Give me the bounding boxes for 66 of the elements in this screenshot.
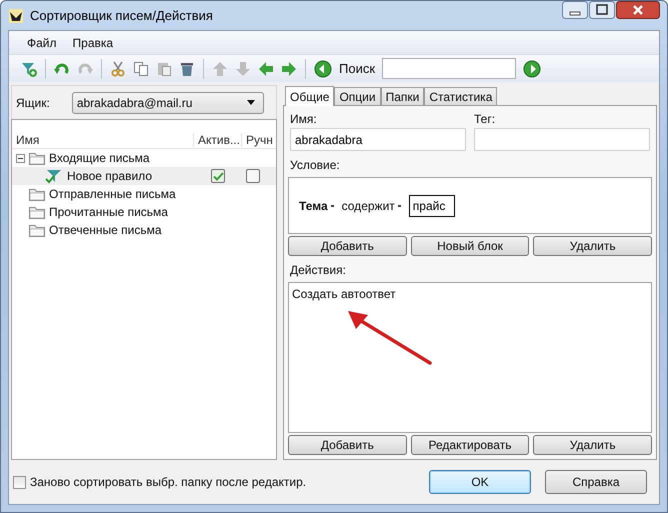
go-button[interactable]: [523, 60, 542, 78]
field-label: Имя:: [290, 112, 318, 126]
checkbox[interactable]: [211, 169, 225, 183]
button[interactable]: Редактировать: [410, 435, 530, 455]
close-button[interactable]: [616, 1, 660, 19]
value-field[interactable]: прайс: [408, 194, 455, 216]
name-field[interactable]: abrakadabra: [290, 128, 466, 151]
filter-icon[interactable]: [21, 60, 37, 76]
mailbox-dropdown[interactable]: abrakadabra@mail.ru: [72, 92, 264, 114]
column-header[interactable]: Имя: [12, 133, 194, 147]
list-item[interactable]: Создать автоответ: [292, 287, 648, 301]
tab[interactable]: Папки: [380, 87, 424, 105]
section-label: Условие:: [290, 158, 341, 172]
tab[interactable]: Общие: [285, 86, 334, 106]
folder-icon: [29, 206, 45, 218]
field-dropdown[interactable]: Тема: [299, 198, 334, 212]
search-label: Поиск: [339, 61, 376, 76]
folder-icon: [29, 152, 45, 164]
ok-button[interactable]: OK: [429, 470, 531, 494]
checkbox[interactable]: [13, 476, 26, 488]
field-label: Тег:: [474, 112, 496, 126]
scissors-icon[interactable]: [110, 60, 126, 76]
trash-icon[interactable]: [179, 60, 195, 76]
maximize-button[interactable]: [589, 1, 615, 19]
tag-field[interactable]: [474, 128, 650, 151]
help-button[interactable]: Справка: [545, 470, 647, 494]
tree-row[interactable]: Прочитанные письма: [12, 203, 276, 221]
tree-item[interactable]: Прочитанные письма: [49, 205, 168, 219]
button[interactable]: Добавить: [288, 236, 407, 256]
copy-icon[interactable]: [133, 60, 149, 76]
window-title: Сортировщик писем/Действия: [30, 8, 214, 23]
tab[interactable]: Статистика: [424, 87, 498, 105]
menu-item[interactable]: Файл: [27, 36, 57, 50]
rule-icon: [45, 168, 63, 184]
column-header[interactable]: Актив...: [194, 133, 242, 147]
search-field[interactable]: [382, 58, 516, 79]
button[interactable]: Удалить: [533, 236, 652, 256]
dropdown-arrow-icon: [247, 100, 255, 105]
tree-item[interactable]: Новое правило: [67, 169, 152, 183]
menu-item[interactable]: Правка: [72, 36, 114, 50]
checkbox[interactable]: [246, 169, 260, 183]
tree-row[interactable]: Входящие письма: [12, 149, 276, 167]
tree-item[interactable]: Отправленные письма: [49, 187, 176, 201]
tree-item[interactable]: Входящие письма: [49, 151, 150, 165]
column-header[interactable]: Ручн: [242, 133, 276, 147]
left-circle-icon[interactable]: [314, 60, 332, 78]
collapse-icon[interactable]: [16, 154, 24, 162]
checkbox-label: Заново сортировать выбр. папку после редактир.: [30, 475, 306, 489]
tree-row[interactable]: Отвеченные письма: [12, 221, 276, 239]
section-label: Действия:: [290, 263, 347, 277]
selected-row[interactable]: Новое правило: [12, 167, 276, 185]
button[interactable]: Новый блок: [410, 236, 530, 256]
tree-item[interactable]: Отвеченные письма: [49, 223, 162, 237]
mailbox-label: Ящик:: [16, 96, 50, 110]
arrow-right-icon[interactable]: [281, 60, 297, 76]
minimize-button[interactable]: [562, 1, 588, 19]
arrow-left-icon[interactable]: [258, 60, 274, 76]
operator-dropdown[interactable]: содержит: [342, 198, 401, 212]
tab[interactable]: Опции: [334, 87, 381, 105]
folder-icon: [29, 188, 45, 200]
button[interactable]: Удалить: [533, 435, 652, 455]
curved-arrow-icon[interactable]: [54, 60, 70, 76]
button[interactable]: Добавить: [288, 435, 407, 455]
tree-row[interactable]: Отправленные письма: [12, 185, 276, 203]
folder-icon: [29, 224, 45, 236]
app-icon: [8, 8, 24, 24]
